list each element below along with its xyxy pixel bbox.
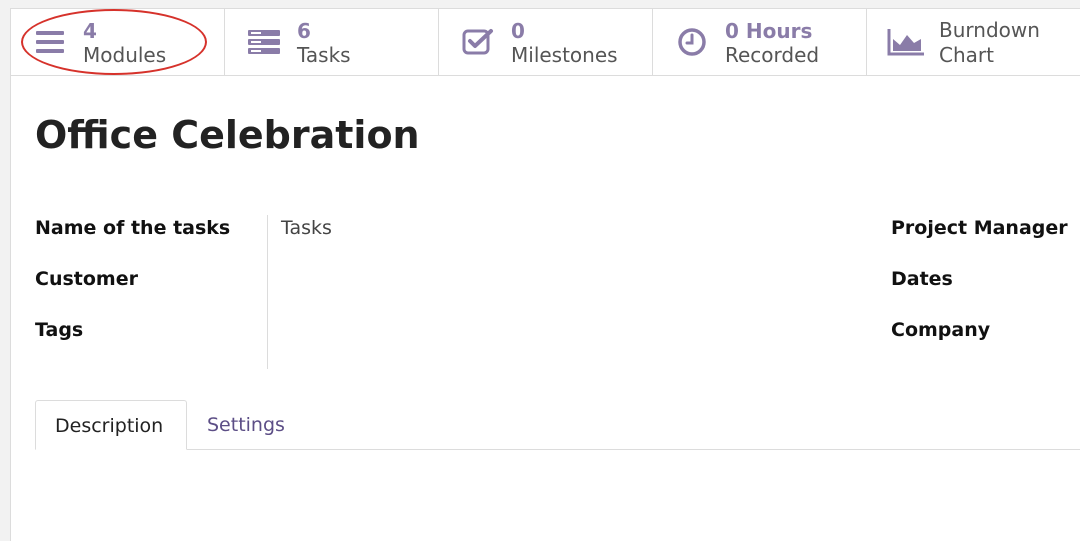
burndown-sublabel: Chart (939, 43, 994, 67)
tab-description[interactable]: Description (35, 400, 187, 450)
hours-value: 0 Hours (725, 19, 813, 43)
field-divider (267, 215, 268, 369)
tasks-count: 6 (297, 19, 311, 43)
tasks-button[interactable]: 6 Tasks (225, 9, 439, 75)
tasks-icon (248, 30, 280, 54)
project-manager-label: Project Manager (891, 217, 1068, 239)
smart-buttons-bar: 4 Modules 6 Tasks 0 Milestones 0 Hours R… (11, 9, 1080, 76)
tab-settings[interactable]: Settings (188, 400, 304, 450)
customer-label: Customer (35, 268, 138, 290)
clock-icon (678, 28, 706, 56)
hours-recorded-button[interactable]: 0 Hours Recorded (653, 9, 867, 75)
hours-label: Recorded (725, 43, 820, 67)
burndown-chart-button[interactable]: Burndown Chart (867, 9, 1080, 75)
tags-label: Tags (35, 319, 84, 341)
tasks-label: Tasks (297, 43, 351, 67)
customer-field[interactable] (281, 268, 581, 292)
milestones-count: 0 (511, 19, 525, 43)
list-icon (36, 31, 64, 53)
company-label: Company (891, 319, 991, 341)
milestones-button[interactable]: 0 Milestones (439, 9, 653, 75)
area-chart-icon (887, 29, 924, 56)
dates-label: Dates (891, 268, 953, 290)
tags-field[interactable] (281, 319, 581, 343)
milestones-label: Milestones (511, 43, 618, 67)
modules-label: Modules (83, 43, 167, 67)
project-form: 4 Modules 6 Tasks 0 Milestones 0 Hours R… (10, 8, 1080, 541)
name-of-tasks-label: Name of the tasks (35, 217, 231, 239)
modules-count: 4 (83, 19, 97, 43)
name-of-tasks-field[interactable]: Tasks (281, 217, 332, 239)
burndown-label: Burndown (939, 18, 1040, 42)
project-title: Office Celebration (35, 113, 420, 157)
modules-button[interactable]: 4 Modules (11, 9, 225, 75)
tabs-divider (35, 449, 1080, 450)
checkbox-icon (462, 29, 493, 55)
